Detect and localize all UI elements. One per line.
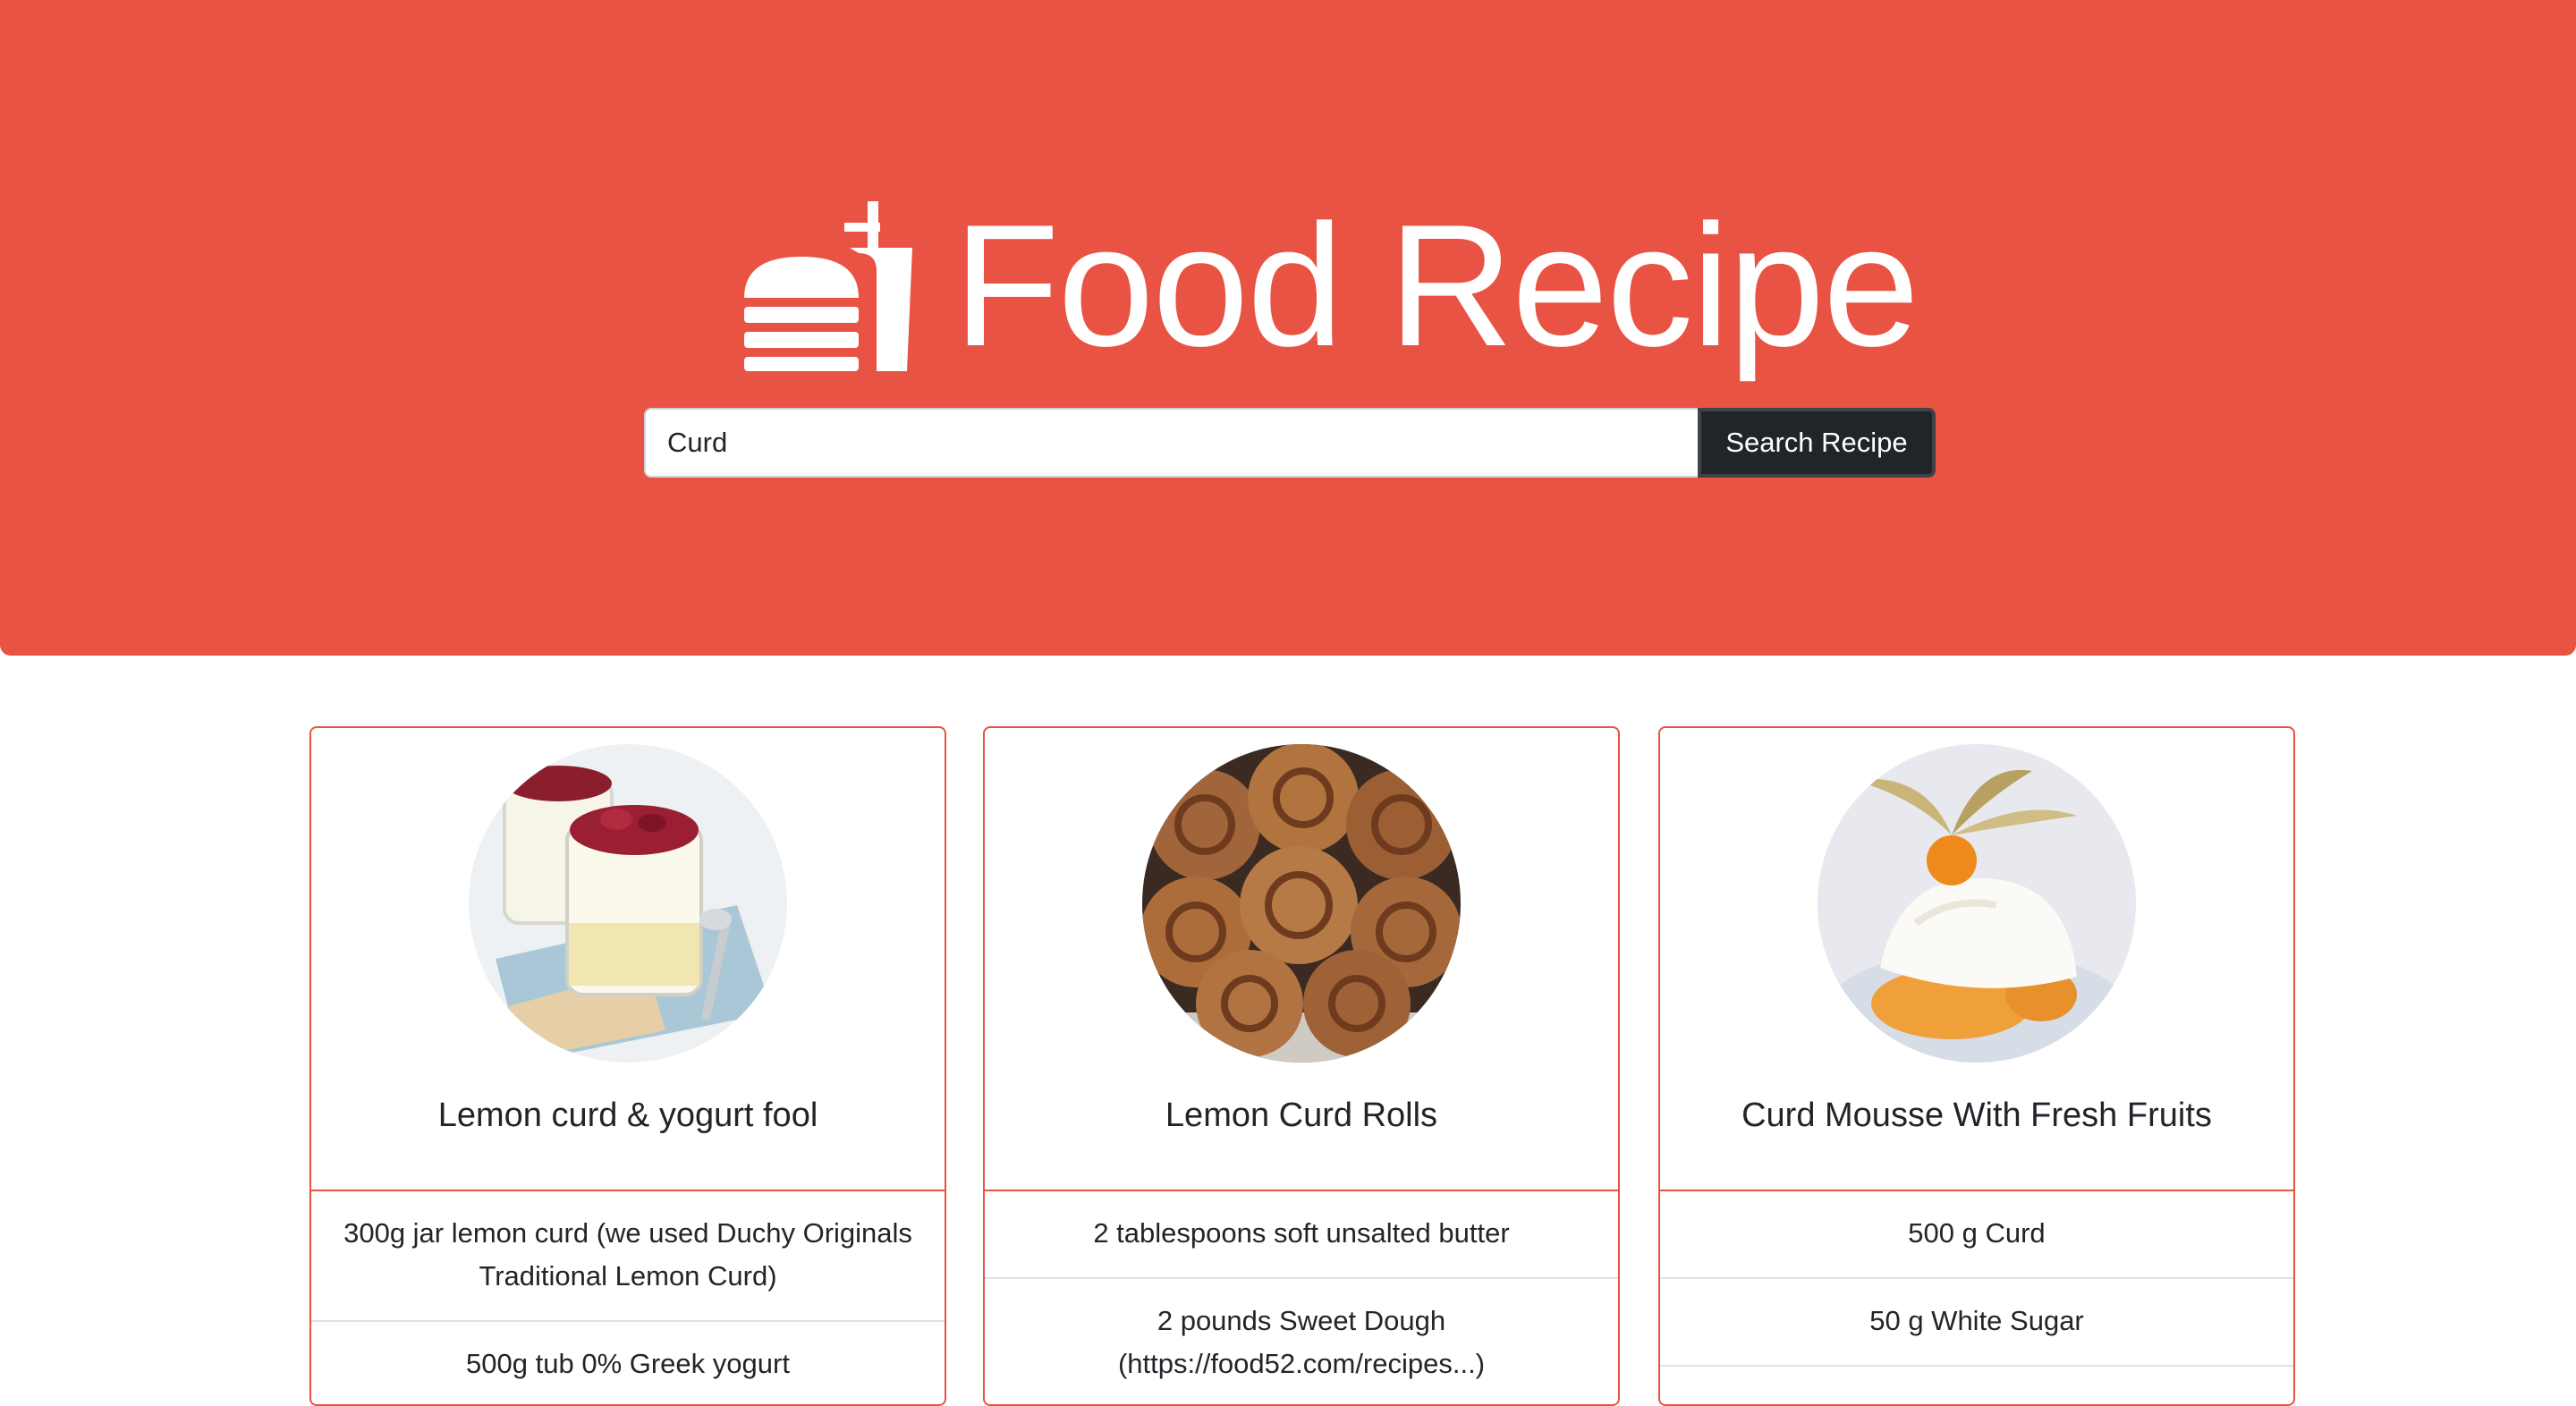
- ingredient-item: [1660, 1367, 2293, 1404]
- ingredient-item: 500g tub 0% Greek yogurt: [311, 1322, 945, 1404]
- brand: Food Recipe: [744, 179, 1919, 394]
- recipe-title[interactable]: Lemon curd & yogurt fool: [311, 1097, 945, 1135]
- ingredient-item: 50 g White Sugar: [1660, 1279, 2293, 1367]
- ingredient-item: 300g jar lemon curd (we used Duchy Origi…: [311, 1191, 945, 1322]
- search-recipe-button[interactable]: Search Recipe: [1698, 408, 1936, 478]
- recipe-card-body: Lemon curd & yogurt fool: [311, 728, 945, 1191]
- app-title: Food Recipe: [953, 189, 1919, 383]
- recipe-card-body: Lemon Curd Rolls: [985, 728, 1618, 1191]
- recipe-title[interactable]: Lemon Curd Rolls: [985, 1097, 1618, 1135]
- recipe-card[interactable]: Lemon Curd Rolls 2 tablespoons soft unsa…: [983, 726, 1620, 1406]
- ingredient-item: 2 tablespoons soft unsalted butter: [985, 1191, 1618, 1279]
- hero-banner: Food Recipe Search Recipe: [0, 0, 2576, 656]
- recipe-results: Lemon curd & yogurt fool 300g jar lemon …: [309, 726, 2295, 1406]
- burger-drink-icon: [744, 201, 912, 371]
- ingredient-item: 500 g Curd: [1660, 1191, 2293, 1279]
- recipe-card[interactable]: Lemon curd & yogurt fool 300g jar lemon …: [309, 726, 946, 1406]
- recipe-card[interactable]: Curd Mousse With Fresh Fruits 500 g Curd…: [1658, 726, 2295, 1406]
- recipe-card-body: Curd Mousse With Fresh Fruits: [1660, 728, 2293, 1191]
- ingredient-list: 500 g Curd 50 g White Sugar: [1660, 1191, 2293, 1404]
- curd-mousse-image: [1818, 744, 2136, 1063]
- search-bar: Search Recipe: [644, 408, 1936, 478]
- recipe-title[interactable]: Curd Mousse With Fresh Fruits: [1660, 1097, 2293, 1135]
- lemon-curd-fool-image: [469, 744, 787, 1063]
- lemon-curd-rolls-image: [1142, 744, 1461, 1063]
- search-input[interactable]: [644, 408, 1698, 478]
- ingredient-item: 2 pounds Sweet Dough (https://food52.com…: [985, 1279, 1618, 1404]
- ingredient-list: 300g jar lemon curd (we used Duchy Origi…: [311, 1191, 945, 1404]
- ingredient-list: 2 tablespoons soft unsalted butter 2 pou…: [985, 1191, 1618, 1404]
